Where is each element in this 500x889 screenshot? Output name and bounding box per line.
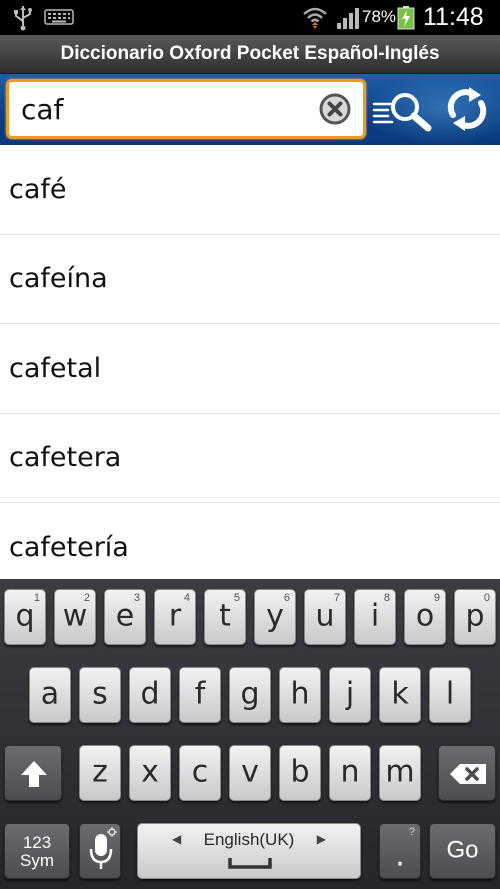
key-label: e [115, 598, 135, 634]
key-label: s [92, 676, 108, 712]
result-word: café [9, 173, 67, 205]
key-f[interactable]: f [179, 667, 221, 723]
results-list: café cafeína cafetal cafetera cafetería [0, 145, 500, 579]
result-word: cafetera [9, 442, 122, 474]
key-label: y [266, 598, 284, 634]
go-key[interactable]: Go [429, 823, 496, 879]
key-w[interactable]: 2w [54, 589, 96, 645]
key-label: r [168, 598, 182, 634]
key-j[interactable]: j [329, 667, 371, 723]
symbols-label-top: 123 [22, 833, 52, 852]
key-c[interactable]: c [179, 745, 221, 801]
key-l[interactable]: l [429, 667, 471, 723]
key-q[interactable]: 1q [4, 589, 46, 645]
key-label: h [290, 676, 310, 712]
key-label: u [315, 598, 335, 634]
voice-input-key[interactable] [79, 823, 121, 879]
backspace-key[interactable] [438, 745, 496, 801]
key-a[interactable]: a [29, 667, 71, 723]
period-key-label: . [395, 838, 405, 874]
result-word: cafetería [9, 531, 129, 563]
result-item[interactable]: café [0, 145, 500, 235]
shift-key[interactable] [4, 745, 62, 801]
key-label: q [15, 598, 35, 634]
language-right-arrow-icon: ▶ [316, 832, 326, 846]
key-n[interactable]: n [329, 745, 371, 801]
status-bar: 78% 11:48 [0, 0, 500, 35]
key-label: j [345, 676, 355, 712]
search-input[interactable] [21, 87, 311, 131]
result-item[interactable]: cafetal [0, 324, 500, 414]
clock: 11:48 [423, 3, 484, 31]
key-label: a [40, 676, 60, 712]
space-key[interactable]: ◀ English(UK) ▶ [137, 823, 361, 879]
key-label: i [370, 598, 380, 634]
key-s[interactable]: s [79, 667, 121, 723]
key-label: c [191, 754, 209, 790]
key-o[interactable]: 9o [404, 589, 446, 645]
usb-icon [14, 6, 32, 31]
space-bar-icon [228, 858, 272, 869]
result-item[interactable]: cafetería [0, 503, 500, 579]
key-x[interactable]: x [129, 745, 171, 801]
result-word: cafeína [9, 263, 108, 295]
key-b[interactable]: b [279, 745, 321, 801]
key-label: z [92, 754, 108, 790]
key-label: b [290, 754, 310, 790]
key-t[interactable]: 5t [204, 589, 246, 645]
symbols-label-bottom: Sym [20, 851, 54, 870]
key-u[interactable]: 7u [304, 589, 346, 645]
key-label: f [194, 676, 206, 712]
result-item[interactable]: cafeína [0, 235, 500, 324]
key-k[interactable]: k [379, 667, 421, 723]
key-m[interactable]: m [379, 745, 421, 801]
key-z[interactable]: z [79, 745, 121, 801]
key-label: l [445, 676, 455, 712]
key-i[interactable]: 8i [354, 589, 396, 645]
app-title-bar: Diccionario Oxford Pocket Español-Inglés [0, 35, 500, 74]
key-label: v [241, 754, 259, 790]
key-h[interactable]: h [279, 667, 321, 723]
key-label: o [415, 598, 435, 634]
space-language-label: English(UK) [203, 830, 295, 849]
key-label: n [340, 754, 360, 790]
symbols-key[interactable]: 123 Sym [4, 823, 70, 879]
search-list-icon[interactable] [372, 88, 436, 132]
key-e[interactable]: 3e [104, 589, 146, 645]
microphone-icon [89, 834, 113, 869]
key-label: k [391, 676, 409, 712]
clear-icon[interactable] [319, 93, 351, 125]
key-label: w [62, 598, 88, 634]
key-v[interactable]: v [229, 745, 271, 801]
backspace-icon [450, 764, 486, 784]
key-label: p [465, 598, 485, 634]
period-key-hint: ? [408, 826, 415, 838]
app-title: Diccionario Oxford Pocket Español-Inglés [60, 43, 440, 64]
key-label: t [219, 598, 231, 634]
key-label: d [140, 676, 160, 712]
key-y[interactable]: 6y [254, 589, 296, 645]
signal-icon [337, 8, 359, 29]
key-d[interactable]: d [129, 667, 171, 723]
period-key[interactable]: ? . [379, 823, 421, 879]
wifi-icon [303, 7, 327, 29]
key-r[interactable]: 4r [154, 589, 196, 645]
shift-icon [21, 761, 47, 787]
key-label: g [240, 676, 260, 712]
battery-percent: 78% [362, 7, 397, 26]
result-item[interactable]: cafetera [0, 414, 500, 503]
go-key-label: Go [446, 836, 479, 864]
search-bar [0, 74, 500, 145]
key-label: m [385, 754, 415, 790]
refresh-icon[interactable] [443, 85, 491, 133]
soft-keyboard: 1q 2w 3e 4r 5t 6y 7u 8i 9o 0p a s d f g … [0, 579, 500, 889]
gear-icon [107, 827, 117, 837]
key-g[interactable]: g [229, 667, 271, 723]
result-word: cafetal [9, 352, 102, 384]
key-p[interactable]: 0p [454, 589, 496, 645]
search-field[interactable] [6, 79, 366, 139]
keyboard-icon [44, 9, 74, 25]
battery-charging-icon [397, 6, 415, 30]
key-label: x [141, 754, 159, 790]
